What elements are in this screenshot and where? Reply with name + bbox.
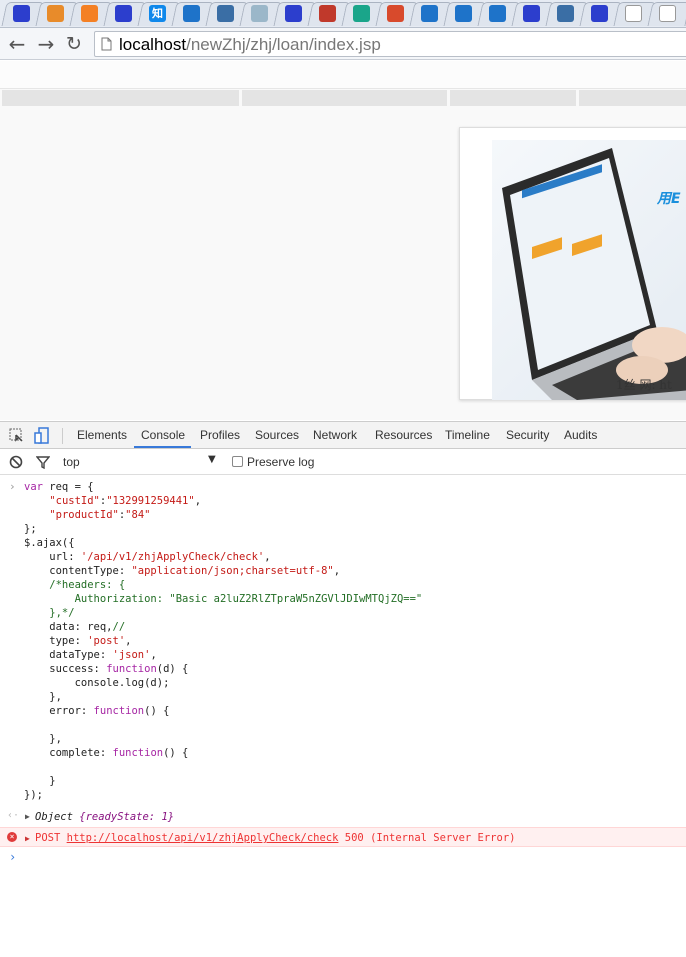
stackoverflow-icon <box>81 5 98 22</box>
flower-icon <box>47 5 64 22</box>
error-message: POST http://localhost/api/v1/zhjApplyChe… <box>35 831 515 845</box>
b-app-icon <box>319 5 336 22</box>
error-method: POST <box>35 832 61 844</box>
clear-console-icon[interactable] <box>9 455 23 469</box>
devtools-tab-bar: Elements Console Profiles Sources Networ… <box>0 422 686 449</box>
page-icon <box>101 37 112 51</box>
console-code-line: error: function() { <box>24 705 170 717</box>
tab-security[interactable]: Security <box>506 428 549 442</box>
expand-triangle-icon[interactable]: ▶ <box>25 832 30 846</box>
tab-sources[interactable]: Sources <box>255 428 299 442</box>
url-path: /newZhj/zhj/loan/index.jsp <box>186 35 381 54</box>
circle-app-icon <box>489 5 506 22</box>
selected-tab-indicator <box>134 446 191 448</box>
console-code-line: type: 'post', <box>24 635 132 647</box>
c-app-icon <box>557 5 574 22</box>
result-body: {readyState: 1} <box>79 811 175 823</box>
preserve-log-checkbox[interactable] <box>232 456 243 467</box>
console-code-line: },*/ <box>24 607 75 619</box>
console-code-line: complete: function() { <box>24 747 189 759</box>
tab-resources[interactable]: Resources <box>375 428 432 442</box>
expand-triangle-icon[interactable]: ▶ <box>25 810 30 824</box>
reload-icon[interactable]: ↻ <box>62 32 86 56</box>
tab-elements[interactable]: Elements <box>77 428 127 442</box>
promo-banner[interactable]: 用E 1丝 网: ht <box>459 127 686 400</box>
w-app-icon <box>251 5 268 22</box>
console-code-line: data: req,// <box>24 621 126 633</box>
devtools-panel: Elements Console Profiles Sources Networ… <box>0 421 686 957</box>
error-url-link[interactable]: http://localhost/api/v1/zhjApplyCheck/ch… <box>67 832 339 844</box>
nav-menu-item[interactable] <box>450 90 576 106</box>
tab-timeline[interactable]: Timeline <box>445 428 490 442</box>
tab-audits[interactable]: Audits <box>564 428 597 442</box>
nav-menu-strip <box>2 90 686 106</box>
context-selector[interactable]: top <box>63 455 80 469</box>
back-arrow-icon[interactable]: ← <box>5 32 29 56</box>
z-app-icon <box>353 5 370 22</box>
url-text: localhost/newZhj/zhj/loan/index.jsp <box>119 35 381 55</box>
console-code-line: contentType: "application/json;charset=u… <box>24 565 341 577</box>
circle-app-icon <box>421 5 438 22</box>
baidu-paw-icon <box>591 5 608 22</box>
baidu-paw-icon <box>13 5 30 22</box>
laptop-image <box>492 140 686 400</box>
filter-icon[interactable] <box>36 455 50 469</box>
console-code-line: $.ajax({ <box>24 537 75 549</box>
browser-toolbar: ← → ↻ localhost/newZhj/zhj/loan/index.js… <box>0 28 686 60</box>
error-icon: × <box>7 832 17 842</box>
banner-headline: 用E <box>657 191 681 207</box>
chevron-down-icon[interactable]: ▼ <box>208 454 216 465</box>
console-code-line: "productId":"84" <box>49 509 151 521</box>
tab-network[interactable]: Network <box>313 428 357 442</box>
url-host: localhost <box>119 35 187 54</box>
browser-tab-strip: 知 <box>0 0 686 28</box>
divider <box>62 428 63 444</box>
console-code-line: }, <box>24 733 62 745</box>
baidu-paw-icon <box>523 5 540 22</box>
console-code-line: Authorization: "Basic a2luZ2RlZTpraW5nZG… <box>24 593 423 605</box>
console-toolbar: top ▼ Preserve log <box>0 449 686 475</box>
address-bar[interactable]: localhost/newZhj/zhj/loan/index.jsp <box>94 31 686 57</box>
prompt-chevron-icon: › <box>9 480 16 493</box>
result-object[interactable]: Object {readyState: 1} <box>35 810 174 824</box>
nav-menu-item[interactable] <box>2 90 239 106</box>
console-prompt-icon[interactable]: › <box>9 850 16 864</box>
nav-menu-item[interactable] <box>579 90 686 106</box>
console-error-row: × ▶ POST http://localhost/api/v1/zhjAppl… <box>0 827 686 847</box>
result-arrow-icon: ‹· <box>7 810 20 821</box>
nav-menu-item[interactable] <box>242 90 447 106</box>
c-app-icon <box>217 5 234 22</box>
console-code-line: "custId":"132991259441", <box>49 495 202 507</box>
baidu-paw-icon <box>115 5 132 22</box>
watermark-text: 1丝 网: ht <box>616 378 672 392</box>
console-code-line: var req = { <box>24 481 94 493</box>
error-status: 500 (Internal Server Error) <box>344 832 516 844</box>
preserve-log-label: Preserve log <box>247 455 315 469</box>
circle-app-icon <box>183 5 200 22</box>
result-prefix: Object <box>35 811 73 823</box>
forward-arrow-icon[interactable]: → <box>34 32 58 56</box>
page-viewport: 用E 1丝 网: ht <box>0 61 686 420</box>
console-code-line: url: '/api/v1/zhjApplyCheck/check', <box>24 551 271 563</box>
tab-console[interactable]: Console <box>141 428 185 442</box>
circle-app-icon <box>455 5 472 22</box>
console-code-line: success: function(d) { <box>24 663 189 675</box>
console-code-line: } <box>24 775 56 787</box>
baidu-paw-icon <box>285 5 302 22</box>
console-code-line: }, <box>24 691 62 703</box>
zhihu-icon: 知 <box>149 5 166 22</box>
console-code-line: console.log(d); <box>24 677 170 689</box>
page-icon <box>625 5 642 22</box>
device-mode-icon[interactable] <box>34 427 50 444</box>
console-code-line: }; <box>24 523 37 535</box>
tab-profiles[interactable]: Profiles <box>200 428 240 442</box>
console-code-line: }); <box>24 789 43 801</box>
console-code-line: /*headers: { <box>24 579 126 591</box>
console-code-line: dataType: 'json', <box>24 649 157 661</box>
colorful-app-icon <box>387 5 404 22</box>
page-icon <box>659 5 676 22</box>
inspect-element-icon[interactable] <box>9 428 24 443</box>
page-header-bar <box>0 61 686 89</box>
